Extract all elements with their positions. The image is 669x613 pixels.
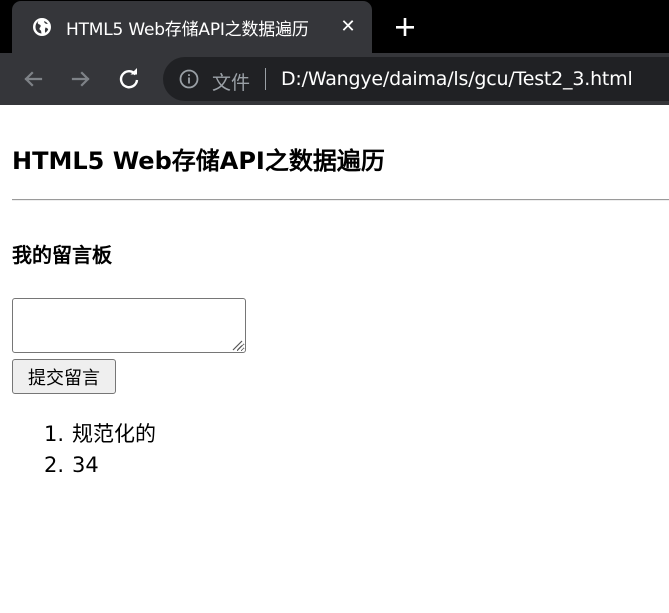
url-text[interactable]: D:/Wangye/daima/ls/gcu/Test2_3.html: [281, 68, 633, 90]
list-item-number: 2.: [44, 453, 65, 477]
tab-title: HTML5 Web存储API之数据遍历: [66, 20, 309, 40]
page-title: HTML5 Web存储API之数据遍历: [12, 147, 385, 175]
message-textarea[interactable]: [12, 298, 246, 353]
arrow-right-icon: [71, 71, 90, 87]
arrow-left-icon: [24, 71, 43, 87]
plus-icon: [396, 18, 414, 36]
globe-icon: [32, 17, 52, 37]
page-content: HTML5 Web存储API之数据遍历 我的留言板 提交留言 1. 规范化的 2…: [0, 105, 669, 613]
reload-icon: [119, 68, 139, 89]
reload-button[interactable]: [115, 65, 143, 93]
submit-message-button[interactable]: 提交留言: [12, 359, 116, 394]
close-icon[interactable]: ✕: [336, 15, 360, 39]
back-button[interactable]: [19, 65, 47, 93]
horizontal-rule: [12, 199, 669, 201]
list-item-text: 规范化的: [72, 422, 156, 446]
tab-strip: HTML5 Web存储API之数据遍历 ✕: [0, 0, 669, 53]
info-icon[interactable]: [179, 69, 199, 89]
active-tab[interactable]: HTML5 Web存储API之数据遍历 ✕: [12, 1, 372, 53]
address-bar[interactable]: 文件 D:/Wangye/daima/ls/gcu/Test2_3.html: [163, 57, 669, 101]
security-label[interactable]: 文件: [212, 68, 250, 95]
board-title: 我的留言板: [12, 243, 112, 267]
browser-toolbar: 文件 D:/Wangye/daima/ls/gcu/Test2_3.html: [0, 53, 669, 105]
omnibox-divider: [265, 68, 266, 90]
forward-button[interactable]: [67, 65, 95, 93]
list-item-number: 1.: [44, 422, 65, 446]
list-item-text: 34: [72, 453, 99, 477]
browser-window: HTML5 Web存储API之数据遍历 ✕ 文件 D:/Wangye/daima…: [0, 0, 669, 613]
new-tab-button[interactable]: [390, 12, 420, 42]
